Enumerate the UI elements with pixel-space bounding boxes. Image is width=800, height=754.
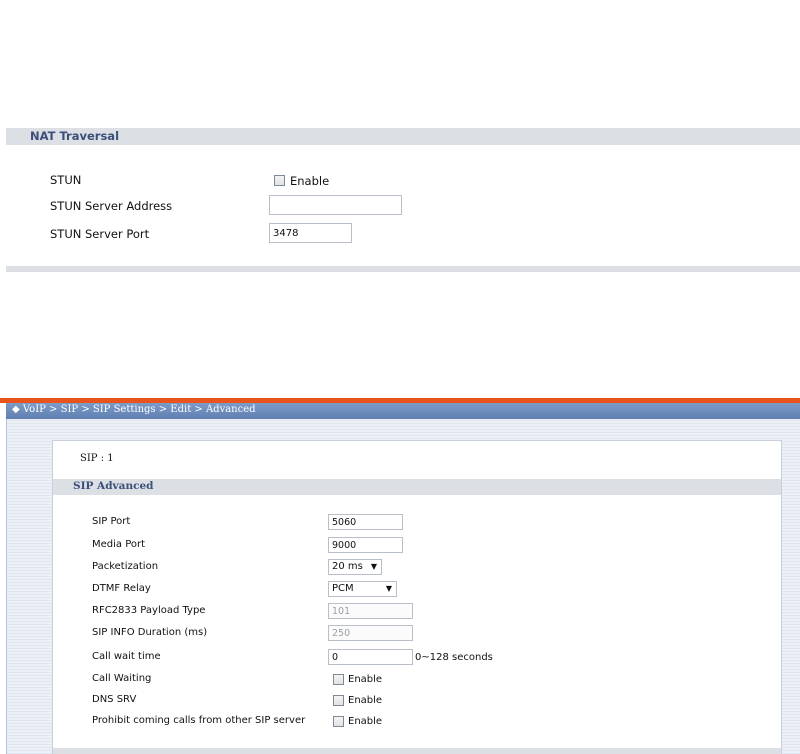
dtmf-relay-select[interactable]: PCM ▼ (328, 581, 397, 597)
sip-id-label: SIP : 1 (80, 453, 114, 464)
stun-server-address-label: STUN Server Address (50, 199, 173, 213)
stun-server-port-input[interactable] (269, 223, 352, 243)
sip-info-duration-input[interactable] (328, 625, 413, 641)
dns-srv-checkbox[interactable] (333, 695, 344, 706)
stun-enable-label: Enable (290, 174, 330, 188)
rfc2833-label: RFC2833 Payload Type (92, 605, 206, 616)
sip-port-input[interactable] (328, 514, 403, 530)
call-waiting-label: Call Waiting (92, 673, 152, 684)
stun-server-address-input[interactable] (269, 195, 402, 215)
packetization-value: 20 ms (332, 561, 363, 572)
next-section-header (53, 748, 781, 754)
sip-info-duration-label: SIP INFO Duration (ms) (92, 627, 208, 638)
chevron-down-icon: ▼ (385, 584, 392, 593)
media-port-input[interactable] (328, 537, 403, 553)
nat-traversal-title: NAT Traversal (30, 129, 120, 143)
packetization-select[interactable]: 20 ms ▼ (328, 559, 382, 575)
stun-server-port-label: STUN Server Port (50, 227, 150, 241)
media-port-label: Media Port (92, 539, 146, 550)
prohibit-calls-enable-label: Enable (348, 716, 383, 727)
call-wait-time-input[interactable] (328, 649, 413, 665)
stun-label: STUN (50, 173, 82, 187)
call-waiting-enable-label: Enable (348, 674, 383, 685)
dns-srv-enable-label: Enable (348, 695, 383, 706)
nat-traversal-header: NAT Traversal (6, 128, 800, 145)
call-wait-time-unit: 0~128 seconds (415, 652, 493, 663)
call-wait-time-label: Call wait time (92, 651, 161, 662)
rfc2833-input[interactable] (328, 603, 413, 619)
stun-enable-checkbox[interactable] (274, 175, 285, 186)
dtmf-relay-value: PCM (332, 583, 354, 594)
sip-advanced-header: SIP Advanced (53, 479, 781, 495)
prohibit-calls-label: Prohibit coming calls from other SIP ser… (92, 715, 306, 726)
sip-port-label: SIP Port (92, 516, 131, 527)
breadcrumb: ◆ VoIP > SIP > SIP Settings > Edit > Adv… (12, 404, 256, 415)
call-waiting-checkbox[interactable] (333, 674, 344, 685)
chevron-down-icon: ▼ (370, 562, 377, 571)
sip-advanced-title: SIP Advanced (73, 480, 154, 492)
window-title-bar: ◆ VoIP > SIP > SIP Settings > Edit > Adv… (6, 403, 800, 419)
prohibit-calls-checkbox[interactable] (333, 716, 344, 727)
dtmf-relay-label: DTMF Relay (92, 583, 151, 594)
dns-srv-label: DNS SRV (92, 694, 137, 705)
nat-section-divider (6, 266, 800, 272)
packetization-label: Packetization (92, 561, 159, 572)
